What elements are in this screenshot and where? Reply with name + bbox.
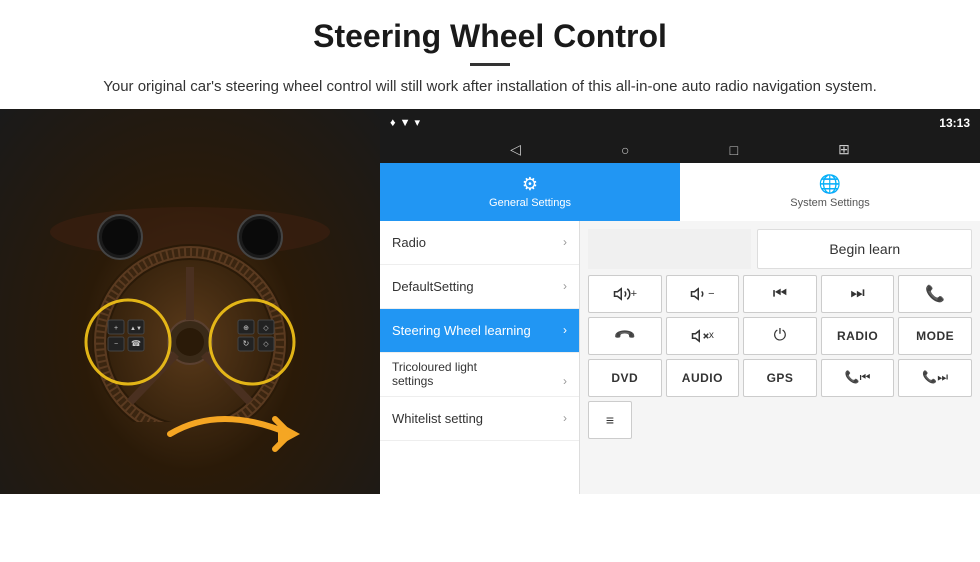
- chevron-right-icon: ›: [563, 411, 567, 425]
- controls-row-3: DVD AUDIO GPS 📞⏮ 📞⏭: [588, 359, 972, 397]
- settings-tabs: ⚙ General Settings 🌐 System Settings: [380, 163, 980, 221]
- dvd-label: DVD: [611, 371, 638, 385]
- menu-item-steering-label: Steering Wheel learning: [392, 323, 531, 338]
- mute-icon: [691, 327, 709, 345]
- audio-label: AUDIO: [682, 371, 723, 385]
- volume-down-button[interactable]: −: [666, 275, 740, 313]
- location-icon: ♦: [390, 117, 396, 129]
- content-area: Radio › DefaultSetting › Steering Wheel …: [380, 221, 980, 494]
- title-divider: [470, 63, 510, 66]
- status-time: 13:13: [939, 116, 970, 130]
- steering-wheel-svg: + − ▲▼ ☎ ⊕ ↻ ◇ ◇: [40, 202, 340, 422]
- home-nav-icon[interactable]: ○: [621, 142, 629, 158]
- menu-item-whitelist[interactable]: Whitelist setting ›: [380, 397, 579, 441]
- back-nav-icon[interactable]: ◁: [510, 141, 521, 158]
- tab-system-label: System Settings: [790, 197, 869, 209]
- menu-item-whitelist-label: Whitelist setting: [392, 411, 483, 426]
- phone-icon: 📞: [925, 284, 945, 304]
- volume-down-icon: [690, 285, 708, 303]
- menu-item-default-label: DefaultSetting: [392, 279, 474, 294]
- begin-learn-spacer: [588, 229, 751, 269]
- radio-button[interactable]: RADIO: [821, 317, 895, 355]
- chevron-right-icon: ›: [563, 279, 567, 293]
- volume-down-label: −: [708, 288, 714, 300]
- prev-track-button[interactable]: ⏮: [743, 275, 817, 313]
- controls-row-whitelist: ≡: [588, 401, 972, 439]
- power-button[interactable]: ⏻: [743, 317, 817, 355]
- mute-button[interactable]: x: [666, 317, 740, 355]
- svg-text:☎: ☎: [131, 339, 141, 348]
- radio-label: RADIO: [837, 329, 878, 343]
- svg-text:↻: ↻: [243, 339, 250, 348]
- tab-system-settings[interactable]: 🌐 System Settings: [680, 163, 980, 221]
- nav-bar: ◁ ○ □ ⊞: [380, 137, 980, 163]
- next-track-icon: ⏭: [850, 285, 864, 303]
- page-subtitle: Your original car's steering wheel contr…: [60, 76, 920, 99]
- wifi-icon: ▾: [415, 116, 421, 129]
- screenshot-nav-icon[interactable]: ⊞: [838, 141, 850, 158]
- gps-button[interactable]: GPS: [743, 359, 817, 397]
- chevron-right-icon: ›: [563, 323, 567, 337]
- volume-up-icon: [613, 285, 631, 303]
- svg-text:◇: ◇: [263, 341, 269, 348]
- hang-up-icon: 📞: [613, 323, 637, 347]
- phone-next-button[interactable]: 📞⏭: [898, 359, 972, 397]
- menu-item-steering-wheel[interactable]: Steering Wheel learning ›: [380, 309, 579, 353]
- menu-item-radio[interactable]: Radio ›: [380, 221, 579, 265]
- whitelist-icon-button[interactable]: ≡: [588, 401, 632, 439]
- phone-button[interactable]: 📞: [898, 275, 972, 313]
- audio-button[interactable]: AUDIO: [666, 359, 740, 397]
- menu-item-tricoloured-label: Tricoloured light: [392, 360, 477, 374]
- prev-track-icon: ⏮: [773, 285, 787, 303]
- phone-prev-button[interactable]: 📞⏮: [821, 359, 895, 397]
- menu-item-tricoloured-label2: settings ›: [392, 374, 567, 388]
- status-icons: ♦ ▼ ▾: [390, 116, 420, 129]
- tab-general-label: General Settings: [489, 197, 571, 209]
- power-icon: ⏻: [774, 327, 787, 345]
- gear-icon: ⚙: [522, 174, 538, 195]
- main-content: + − ▲▼ ☎ ⊕ ↻ ◇ ◇: [0, 109, 980, 494]
- begin-learn-button[interactable]: Begin learn: [757, 229, 972, 269]
- phone-next-icon: 📞⏭: [922, 370, 948, 385]
- signal-icon: ▼: [400, 117, 411, 129]
- android-ui: ♦ ▼ ▾ 13:13 ◁ ○ □ ⊞ ⚙ General Settings 🌐…: [380, 109, 980, 494]
- controls-panel: Begin learn +: [580, 221, 980, 494]
- menu-list: Radio › DefaultSetting › Steering Wheel …: [380, 221, 580, 494]
- page-header: Steering Wheel Control Your original car…: [0, 0, 980, 109]
- car-image-area: + − ▲▼ ☎ ⊕ ↻ ◇ ◇: [0, 109, 380, 494]
- dvd-button[interactable]: DVD: [588, 359, 662, 397]
- controls-row-2: 📞 x ⏻: [588, 317, 972, 355]
- chevron-right-icon: ›: [563, 374, 567, 388]
- hang-up-button[interactable]: 📞: [588, 317, 662, 355]
- mode-button[interactable]: MODE: [898, 317, 972, 355]
- chevron-right-icon: ›: [563, 235, 567, 249]
- recents-nav-icon[interactable]: □: [730, 142, 738, 158]
- menu-item-radio-label: Radio: [392, 235, 426, 250]
- svg-text:+: +: [114, 325, 118, 332]
- tab-general-settings[interactable]: ⚙ General Settings: [380, 163, 680, 221]
- gps-label: GPS: [767, 371, 794, 385]
- mode-label: MODE: [916, 329, 954, 343]
- mute-x-label: x: [709, 330, 714, 341]
- begin-learn-row: Begin learn: [588, 229, 972, 269]
- menu-item-default-setting[interactable]: DefaultSetting ›: [380, 265, 579, 309]
- volume-up-label: +: [631, 288, 637, 300]
- svg-text:⊕: ⊕: [243, 325, 249, 332]
- svg-text:−: −: [114, 341, 118, 348]
- whitelist-icon: ≡: [606, 412, 614, 428]
- car-background: + − ▲▼ ☎ ⊕ ↻ ◇ ◇: [0, 109, 380, 494]
- menu-item-tricoloured[interactable]: Tricoloured light settings ›: [380, 353, 579, 397]
- controls-row-1: + − ⏮ ⏭: [588, 275, 972, 313]
- svg-text:◇: ◇: [263, 325, 269, 332]
- controls-grid: + − ⏮ ⏭: [588, 275, 972, 439]
- next-track-button[interactable]: ⏭: [821, 275, 895, 313]
- page-title: Steering Wheel Control: [60, 18, 920, 55]
- system-icon: 🌐: [819, 174, 841, 195]
- volume-up-button[interactable]: +: [588, 275, 662, 313]
- svg-text:▲▼: ▲▼: [130, 326, 142, 332]
- status-bar: ♦ ▼ ▾ 13:13: [380, 109, 980, 137]
- arrow-svg: [160, 394, 320, 474]
- phone-prev-icon: 📞⏮: [845, 370, 871, 385]
